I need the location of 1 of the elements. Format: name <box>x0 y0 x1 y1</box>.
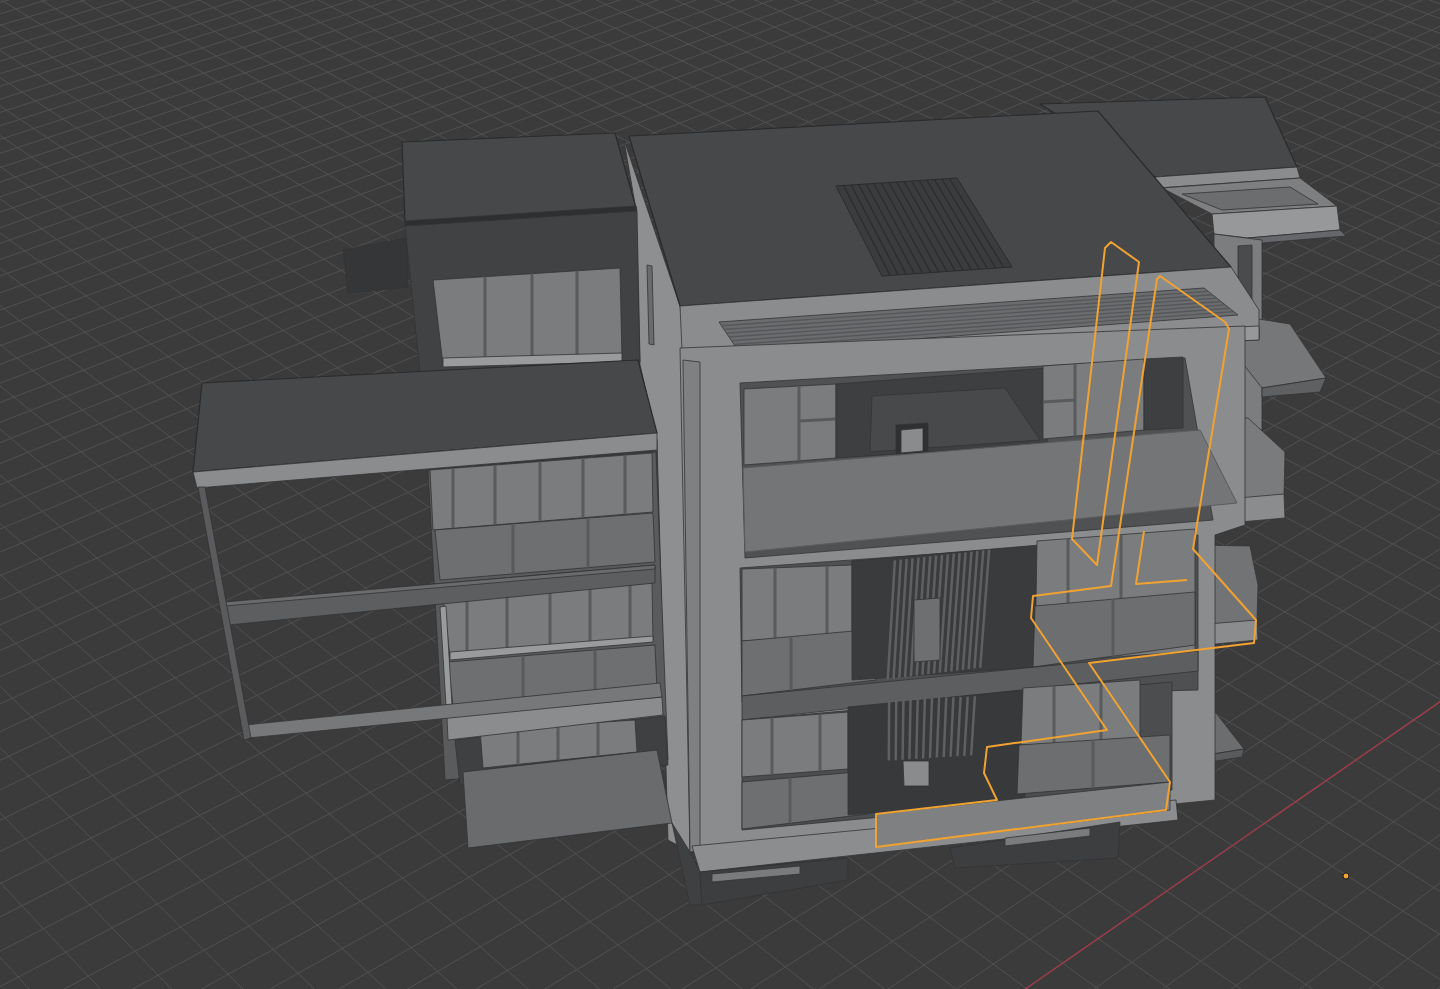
origin-point-icon <box>1342 872 1350 880</box>
